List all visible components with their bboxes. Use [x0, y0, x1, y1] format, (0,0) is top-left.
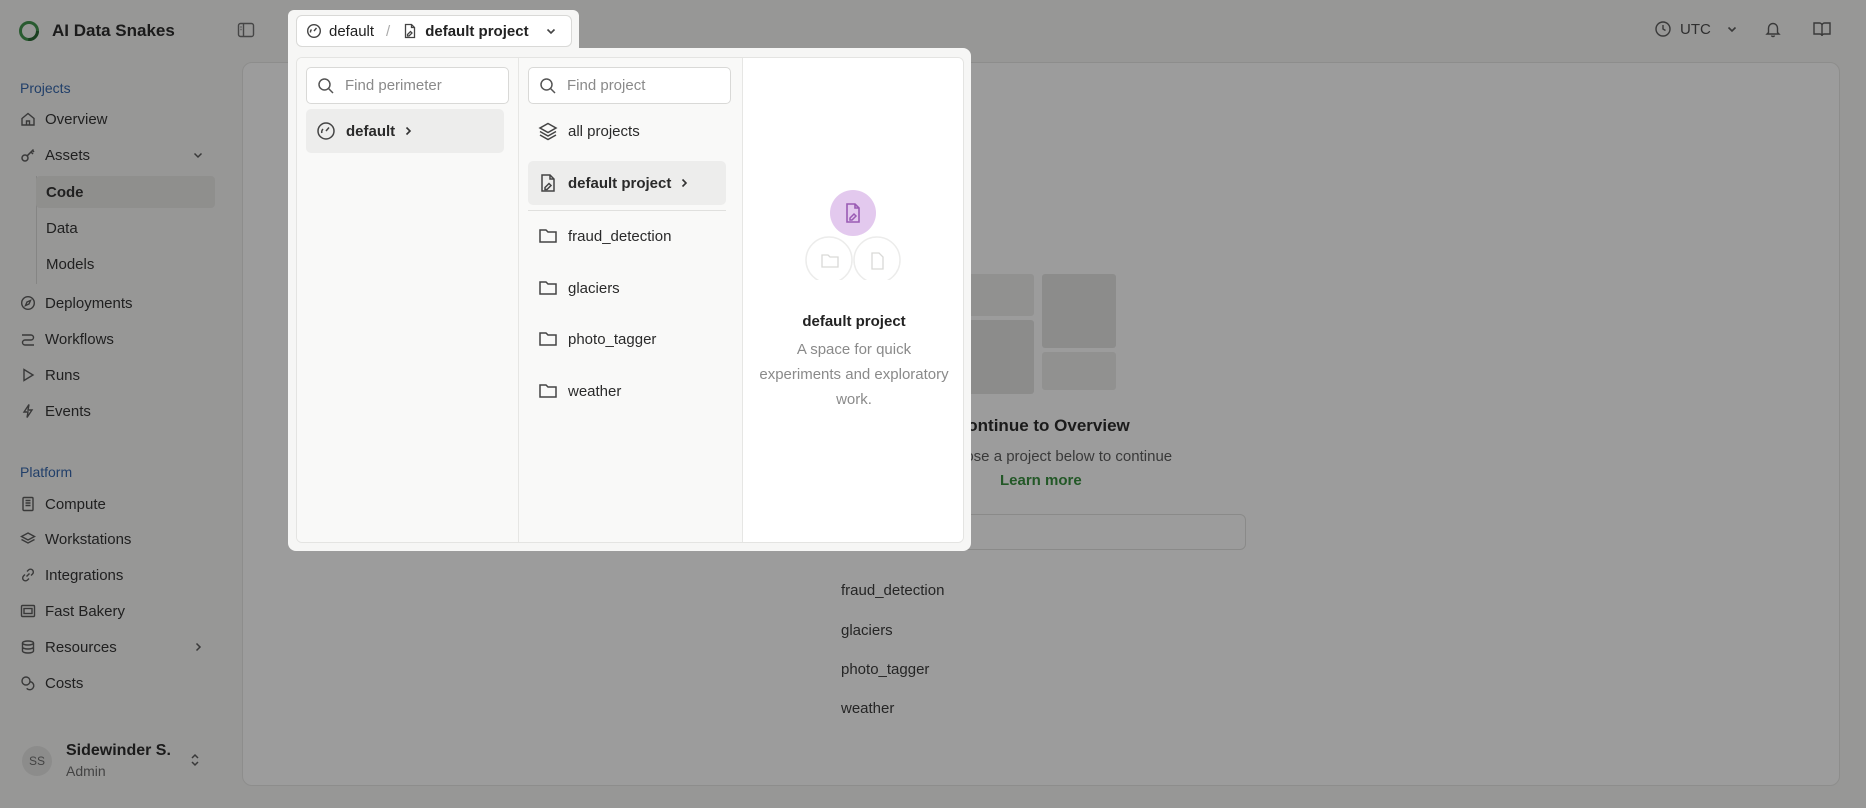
detail-title: default project [802, 313, 906, 330]
project-label: weather [568, 382, 622, 400]
divider [528, 210, 726, 211]
gauge-icon [317, 122, 335, 140]
perimeter-search-input[interactable] [345, 77, 495, 94]
perimeter-item-default[interactable]: default [306, 109, 504, 153]
gauge-icon [306, 23, 322, 39]
chevron-right-icon [682, 178, 688, 188]
folder-icon [539, 384, 557, 398]
chevron-right-icon [406, 126, 412, 136]
project-item-all[interactable]: all projects [528, 109, 726, 153]
project-item-glaciers[interactable]: glaciers [528, 266, 726, 310]
file-signature-icon [541, 174, 555, 192]
breadcrumb-project[interactable]: default project [425, 23, 528, 40]
folder-icon [539, 229, 557, 243]
detail-description: A space for quick experiments and explor… [759, 341, 949, 408]
project-item-weather[interactable]: weather [528, 369, 726, 413]
project-item-fraud-detection[interactable]: fraud_detection [528, 214, 726, 258]
project-search-input[interactable] [567, 77, 717, 94]
search-icon [540, 77, 556, 94]
project-item-default-project[interactable]: default project [528, 161, 726, 205]
chevron-down-icon [546, 28, 555, 35]
project-label: default project [568, 174, 672, 192]
layers-icon [538, 122, 558, 141]
breadcrumb-separator: / [386, 22, 391, 40]
project-illustration-icon [805, 190, 901, 280]
project-search[interactable] [528, 67, 731, 104]
perimeter-search[interactable] [306, 67, 509, 104]
search-icon [318, 77, 334, 94]
project-label: fraud_detection [568, 227, 672, 245]
project-column: all projects default project fraud_detec… [519, 58, 743, 542]
perimeter-label: default [346, 122, 396, 140]
folder-icon [539, 281, 557, 295]
breadcrumb-perimeter[interactable]: default [329, 23, 374, 40]
file-signature-icon [405, 23, 416, 39]
project-label: glaciers [568, 279, 620, 297]
project-label: photo_tagger [568, 330, 657, 348]
switcher-panel: default all projects default project fra… [296, 57, 964, 543]
folder-icon [539, 332, 557, 346]
project-label: all projects [568, 122, 640, 140]
perimeter-column: default [297, 58, 519, 542]
breadcrumb[interactable]: default / default project [296, 15, 572, 47]
project-item-photo-tagger[interactable]: photo_tagger [528, 317, 726, 361]
project-detail: default project A space for quick experi… [743, 58, 963, 542]
